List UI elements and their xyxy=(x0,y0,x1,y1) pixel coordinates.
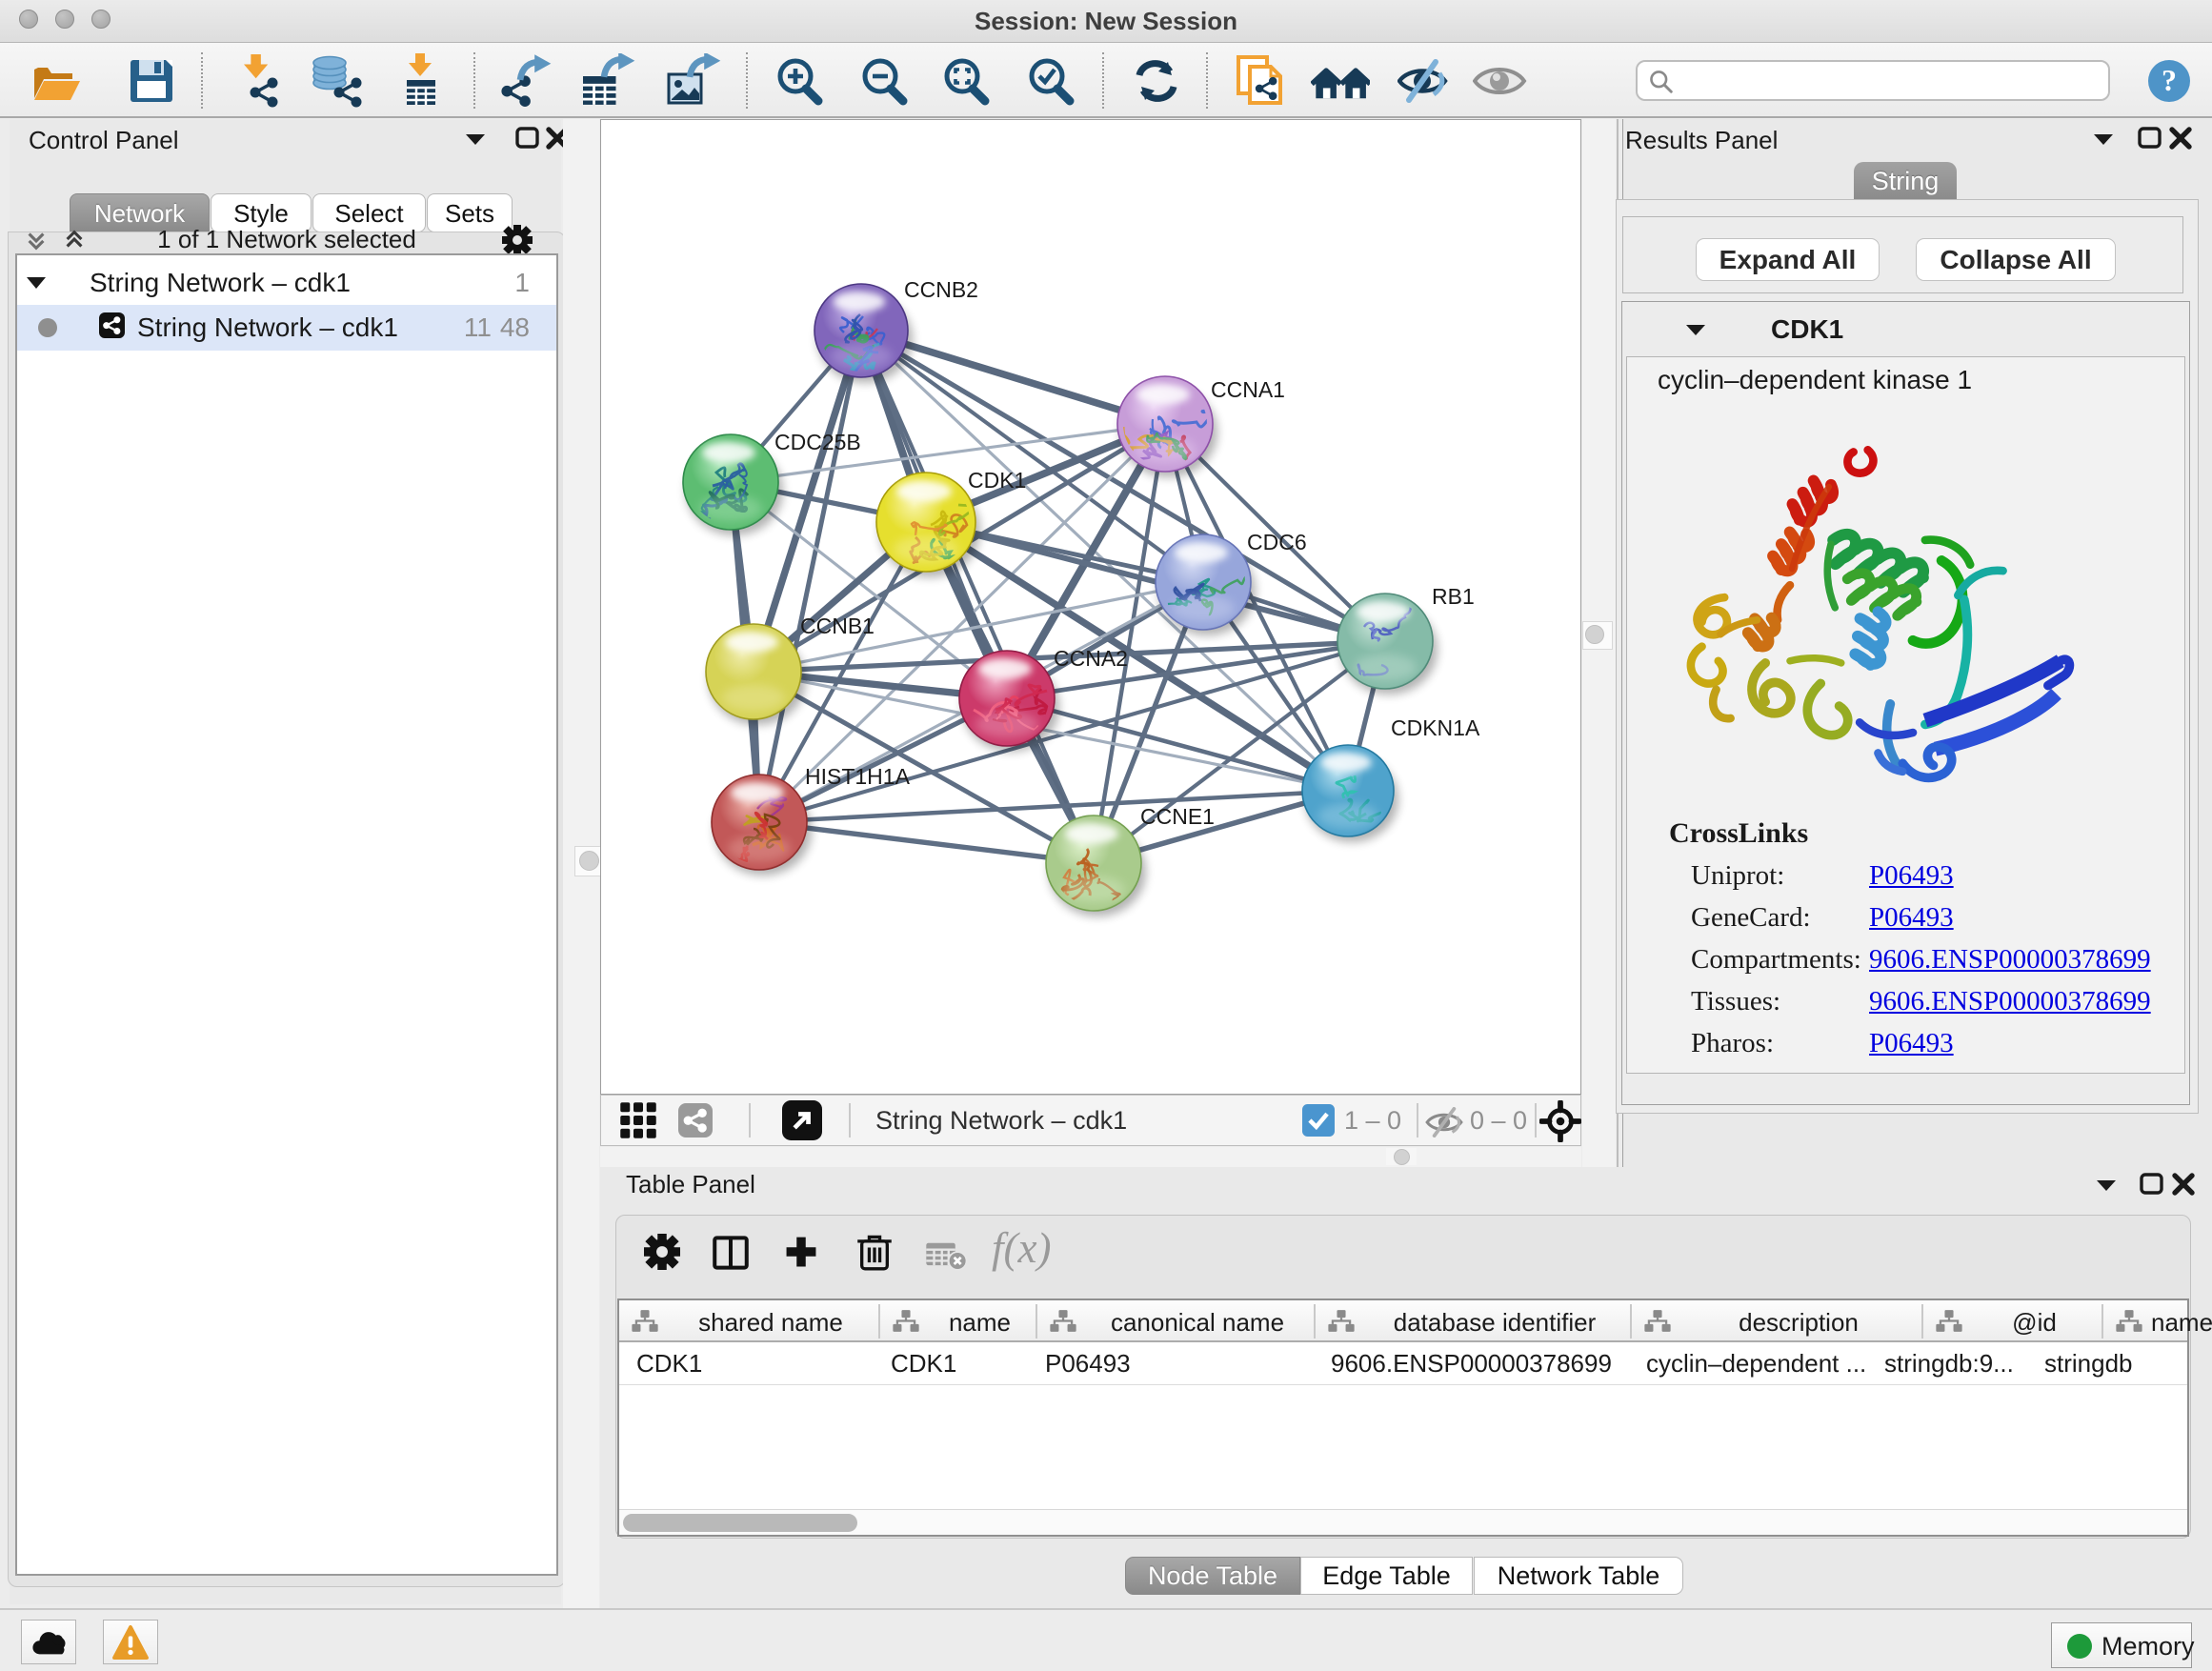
svg-text:CCNA1: CCNA1 xyxy=(1211,377,1285,402)
svg-text:CDKN1A: CDKN1A xyxy=(1391,715,1480,740)
svg-text:HIST1H1A: HIST1H1A xyxy=(805,764,911,789)
svg-text:CCNE1: CCNE1 xyxy=(1140,804,1215,829)
svg-text:CDC25B: CDC25B xyxy=(774,430,861,454)
svg-text:RB1: RB1 xyxy=(1432,584,1475,609)
svg-text:CCNB2: CCNB2 xyxy=(904,277,978,302)
svg-text:CCNB1: CCNB1 xyxy=(800,614,875,638)
svg-text:CCNA2: CCNA2 xyxy=(1054,646,1128,671)
svg-text:?: ? xyxy=(2162,63,2177,97)
svg-text:CDC6: CDC6 xyxy=(1247,530,1307,554)
svg-text:CDK1: CDK1 xyxy=(968,468,1026,493)
